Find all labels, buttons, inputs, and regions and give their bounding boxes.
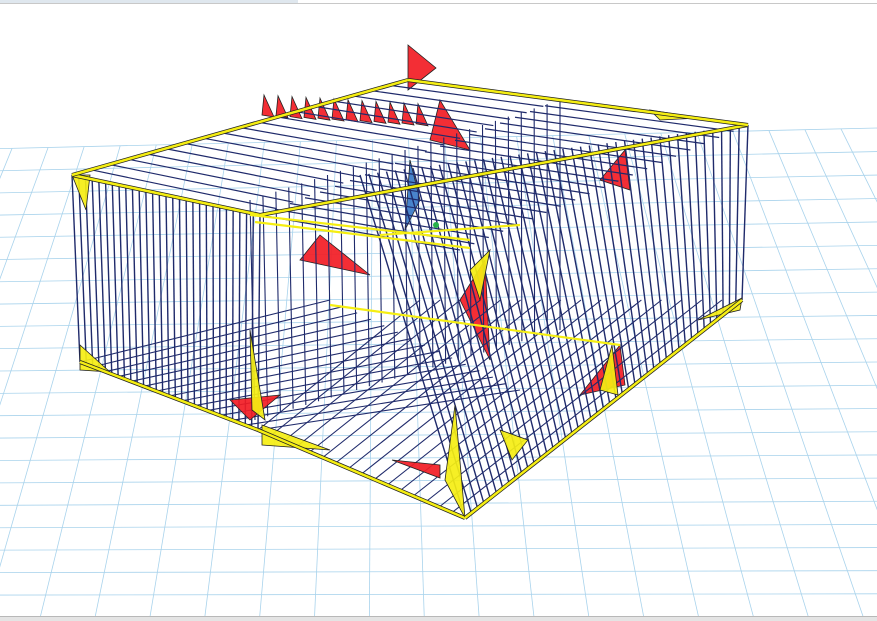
column — [245, 212, 246, 425]
column — [729, 127, 730, 310]
roof-beam — [259, 122, 427, 151]
column — [302, 183, 306, 405]
roof-beam — [184, 143, 360, 176]
selected-node-marker[interactable] — [433, 222, 439, 228]
column — [508, 117, 509, 345]
moment-diagram-red — [360, 101, 372, 123]
column — [186, 199, 188, 403]
column — [126, 186, 131, 381]
column — [704, 131, 711, 325]
column — [669, 135, 686, 344]
column — [263, 196, 268, 416]
column — [625, 141, 654, 369]
roof-beam — [165, 149, 343, 183]
column — [521, 113, 522, 342]
grid-line — [0, 477, 877, 484]
column — [736, 126, 739, 305]
roof-beam — [221, 133, 393, 164]
edge-beam — [465, 300, 742, 518]
grid-line — [90, 144, 192, 616]
column — [106, 182, 112, 374]
column — [405, 150, 408, 375]
grid-line — [0, 147, 84, 616]
column — [119, 185, 125, 379]
structure-canvas[interactable] — [0, 4, 877, 616]
moment-diagram-red — [374, 101, 386, 123]
grid-line — [733, 131, 877, 616]
3d-model-viewport[interactable] — [0, 4, 877, 616]
column — [239, 211, 240, 423]
column — [132, 188, 137, 384]
moment-diagram-red — [388, 102, 400, 124]
column — [200, 202, 201, 408]
column — [722, 128, 724, 314]
grid-line — [841, 129, 877, 616]
grid-line — [0, 291, 877, 306]
column — [159, 194, 162, 394]
moment-diagram-red — [300, 235, 370, 275]
grid-line — [0, 361, 877, 373]
column — [72, 175, 80, 362]
status-strip — [0, 616, 877, 621]
grid-line — [0, 146, 120, 616]
edge-beam — [72, 80, 408, 175]
roof-beam — [147, 154, 327, 190]
column — [233, 209, 234, 420]
grid-line — [0, 524, 877, 529]
grid-line — [313, 141, 336, 616]
active-tab-strip[interactable] — [0, 0, 298, 3]
grid-line — [0, 268, 877, 284]
column — [353, 167, 356, 390]
grid-line — [0, 547, 877, 551]
grid-line — [0, 593, 877, 595]
moment-diagram-red — [262, 95, 274, 117]
column — [139, 189, 143, 386]
column — [213, 205, 214, 413]
grid-line — [769, 131, 877, 616]
grid-line — [0, 570, 877, 573]
column — [677, 134, 691, 340]
grid-line — [805, 130, 877, 616]
column — [153, 192, 157, 391]
column — [92, 179, 99, 369]
moment-diagram-red — [290, 97, 302, 119]
grid-line — [697, 132, 871, 616]
roof-beam — [290, 204, 489, 238]
edge-beam — [260, 125, 748, 215]
floor-beam — [426, 300, 681, 502]
roof-beam — [109, 164, 293, 202]
column — [206, 204, 207, 411]
